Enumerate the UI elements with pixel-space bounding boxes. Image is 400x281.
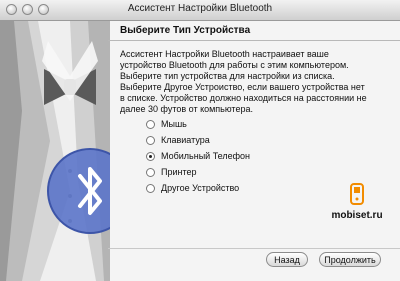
instructions-text: Ассистент Настройки Bluetooth настраивае… (120, 49, 367, 114)
window-title: Ассистент Настройки Bluetooth (127, 3, 273, 14)
watermark-logo: mobiset.ru (330, 183, 384, 221)
continue-button[interactable]: Продолжить (319, 252, 381, 267)
radio-button[interactable] (146, 167, 155, 177)
device-type-radio-group: Мышь Клавиатура Мобильный Телефон Принте… (146, 116, 250, 196)
title-bar: Ассистент Настройки Bluetooth (0, 0, 400, 21)
device-type-option-keyboard[interactable]: Клавиатура (146, 132, 250, 148)
setup-assistant-window: Ассистент Настройки Bluetooth Выберите Т… (0, 0, 400, 281)
device-type-option-mobile-phone[interactable]: Мобильный Телефон (146, 148, 250, 164)
radio-button[interactable] (146, 151, 155, 161)
option-label: Принтер (161, 167, 197, 177)
radio-button[interactable] (146, 119, 155, 129)
option-label: Мышь (161, 119, 187, 129)
footer-divider (108, 248, 400, 249)
radio-button[interactable] (146, 135, 155, 145)
back-button[interactable]: Назад (266, 252, 308, 267)
watermark-text: mobiset.ru (331, 210, 383, 221)
option-label: Другое Устройство (161, 183, 240, 193)
device-type-option-other[interactable]: Другое Устройство (146, 180, 250, 196)
option-label: Мобильный Телефон (161, 151, 251, 161)
mobile-phone-icon (350, 183, 364, 205)
header-divider (108, 40, 400, 41)
device-type-option-printer[interactable]: Принтер (146, 164, 250, 180)
device-type-option-mouse[interactable]: Мышь (146, 116, 250, 132)
option-label: Клавиатура (161, 135, 210, 145)
radio-button[interactable] (146, 183, 155, 193)
tuxedo-bluetooth-illustration (0, 21, 110, 281)
page-heading: Выберите Тип Устройства (120, 25, 251, 36)
